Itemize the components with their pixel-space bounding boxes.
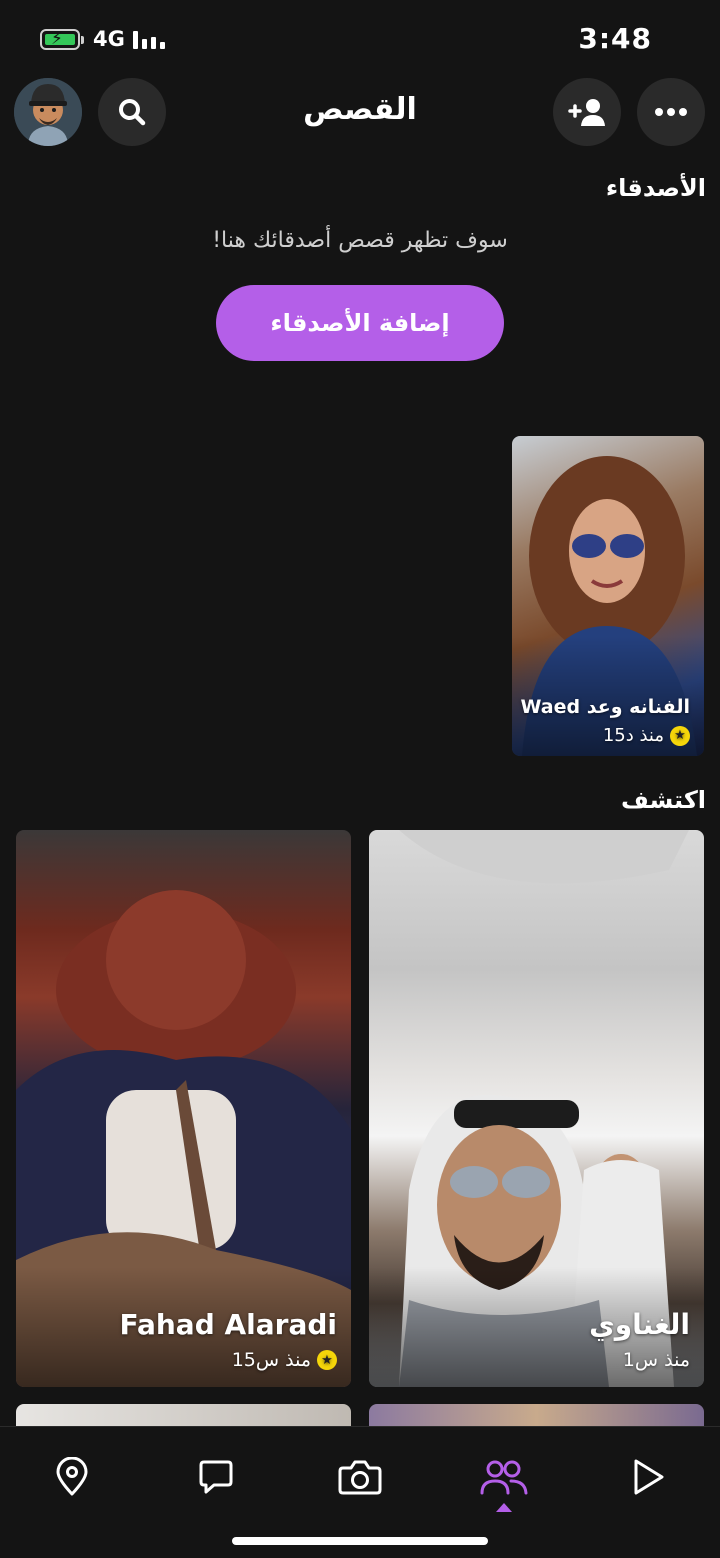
discover-section-title: اكتشف [621, 786, 706, 814]
spotlight-icon [634, 1459, 664, 1495]
add-friend-button[interactable] [553, 78, 621, 146]
friend-story-card[interactable]: الفنانه وعد Waed ★ منذ د15 [512, 436, 704, 756]
active-tab-indicator [496, 1503, 512, 1512]
camera-icon [338, 1460, 382, 1495]
battery-icon: ⚡ [40, 29, 84, 50]
nav-chat[interactable] [184, 1445, 248, 1509]
stories-screen: ⚡ 4G 3:48 القصص الأصدقاء سوف تظهر قصص أص… [0, 0, 720, 1558]
add-friends-button[interactable]: إضافة الأصدقاء [216, 285, 504, 361]
empty-friends-message: سوف تظهر قصص أصدقائك هنا! [212, 228, 508, 253]
add-friend-icon [568, 99, 605, 126]
nav-map[interactable] [40, 1445, 104, 1509]
bottom-nav [0, 1426, 720, 1558]
network-type: 4G [93, 27, 125, 51]
story-time: منذ س1 [622, 1349, 690, 1371]
header: القصص [0, 78, 720, 150]
stories-icon [480, 1460, 528, 1495]
nav-stories[interactable] [472, 1445, 536, 1509]
nav-camera[interactable] [328, 1445, 392, 1509]
star-icon: ★ [670, 725, 690, 746]
signal-icon [133, 31, 167, 49]
status-bar: ⚡ 4G 3:48 [0, 0, 720, 80]
story-time: ★ منذ س15 [232, 1349, 337, 1371]
friends-section-title: الأصدقاء [605, 174, 706, 202]
story-name: الغناوي [589, 1308, 690, 1341]
status-time: 3:48 [578, 22, 652, 55]
home-indicator [232, 1537, 488, 1545]
discover-story-card[interactable]: Fahad Alaradi ★ منذ س15 [16, 830, 351, 1387]
story-time: ★ منذ د15 [603, 725, 690, 746]
more-options-button[interactable] [637, 78, 705, 146]
more-icon [655, 108, 687, 116]
discover-story-card[interactable]: الغناوي منذ س1 [369, 830, 704, 1387]
nav-spotlight[interactable] [616, 1445, 680, 1509]
star-icon: ★ [317, 1350, 337, 1370]
story-name: Fahad Alaradi [119, 1308, 337, 1341]
story-name: الفنانه وعد Waed [520, 696, 690, 718]
chat-icon [199, 1460, 233, 1494]
map-icon [56, 1457, 88, 1496]
